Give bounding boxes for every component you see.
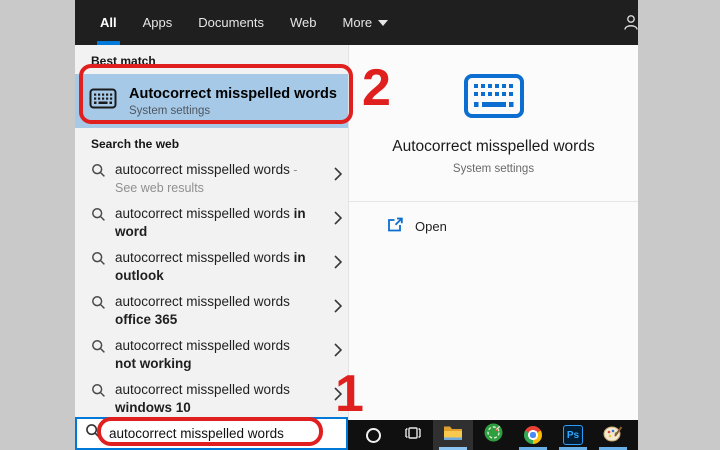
taskbar-paint-button[interactable] [593,420,633,450]
open-label: Open [415,219,447,234]
search-flyout: All Apps Documents Web More Best match [75,0,638,450]
best-match-subtitle: System settings [129,105,337,117]
file-explorer-icon [443,425,463,446]
suggestion-in-outlook[interactable]: autocorrect misspelled words in outlook [75,245,348,289]
open-icon [387,217,403,235]
search-icon [91,295,106,315]
keyboard-icon [89,88,117,114]
taskbar: Ps [348,420,638,450]
suggestion-text: autocorrect misspelled words in outlook [115,249,311,285]
suggestion-text: autocorrect misspelled words windows 10 [115,381,311,417]
suggestion-list: autocorrect misspelled words - See web r… [75,157,348,421]
tab-web[interactable]: Web [290,0,317,45]
results-panel: Best match Autocorrect misspelled words … [75,45,348,450]
search-icon [91,163,106,183]
open-action[interactable]: Open [349,202,638,235]
chevron-right-icon[interactable] [334,255,342,274]
preview-title: Autocorrect misspelled words [349,138,638,156]
suggestion-text: autocorrect misspelled words office 365 [115,293,311,329]
search-web-header: Search the web [75,128,348,157]
chevron-right-icon[interactable] [334,211,342,230]
cortana-icon [366,428,381,443]
taskbar-file-explorer-button[interactable] [433,420,473,450]
search-icon [91,383,106,403]
tab-apps-label: Apps [143,15,173,30]
search-icon [91,207,106,227]
paint-palette-icon [603,424,623,447]
search-icon [91,339,106,359]
best-match-result[interactable]: Autocorrect misspelled words System sett… [75,74,348,128]
search-tabbar: All Apps Documents Web More [75,0,638,45]
taskbar-photoshop-button[interactable]: Ps [553,420,593,450]
chevron-right-icon[interactable] [334,343,342,362]
search-icon [85,423,101,444]
tab-documents-label: Documents [198,15,264,30]
preview-subtitle: System settings [349,163,638,175]
taskbar-cortana-button[interactable] [353,420,393,450]
task-view-icon [403,424,423,447]
preview-panel: Autocorrect misspelled words System sett… [348,45,638,420]
best-match-header: Best match [75,45,348,74]
caret-down-icon [378,20,388,26]
green-app-icon [484,423,503,447]
taskbar-task-view-button[interactable] [393,420,433,450]
tab-apps[interactable]: Apps [143,0,173,45]
suggestion-see-web-results[interactable]: autocorrect misspelled words - See web r… [75,157,348,201]
suggestion-in-word[interactable]: autocorrect misspelled words in word [75,201,348,245]
suggestion-office-365[interactable]: autocorrect misspelled words office 365 [75,289,348,333]
search-input[interactable] [109,426,319,441]
suggestion-text: autocorrect misspelled words not working [115,337,311,373]
best-match-title: Autocorrect misspelled words [129,86,337,102]
chrome-icon [524,426,542,444]
tab-all[interactable]: All [100,0,117,45]
search-icon [91,251,106,271]
user-icon [622,18,640,35]
photoshop-icon: Ps [563,425,583,445]
tab-web-label: Web [290,15,317,30]
user-account-button[interactable] [622,13,640,36]
taskbar-chrome-button[interactable] [513,420,553,450]
keyboard-icon [349,73,638,124]
best-match-text: Autocorrect misspelled words System sett… [129,86,337,117]
suggestion-windows-10[interactable]: autocorrect misspelled words windows 10 [75,377,348,421]
suggestion-not-working[interactable]: autocorrect misspelled words not working [75,333,348,377]
suggestion-text: autocorrect misspelled words in word [115,205,311,241]
tab-more[interactable]: More [343,0,389,45]
tab-more-label: More [343,15,373,30]
chevron-right-icon[interactable] [334,167,342,186]
taskbar-green-app-button[interactable] [473,420,513,450]
chevron-right-icon[interactable] [334,387,342,406]
suggestion-text: autocorrect misspelled words - See web r… [115,161,311,197]
chevron-right-icon[interactable] [334,299,342,318]
search-box [75,417,348,450]
tab-documents[interactable]: Documents [198,0,264,45]
tab-all-label: All [100,15,117,30]
